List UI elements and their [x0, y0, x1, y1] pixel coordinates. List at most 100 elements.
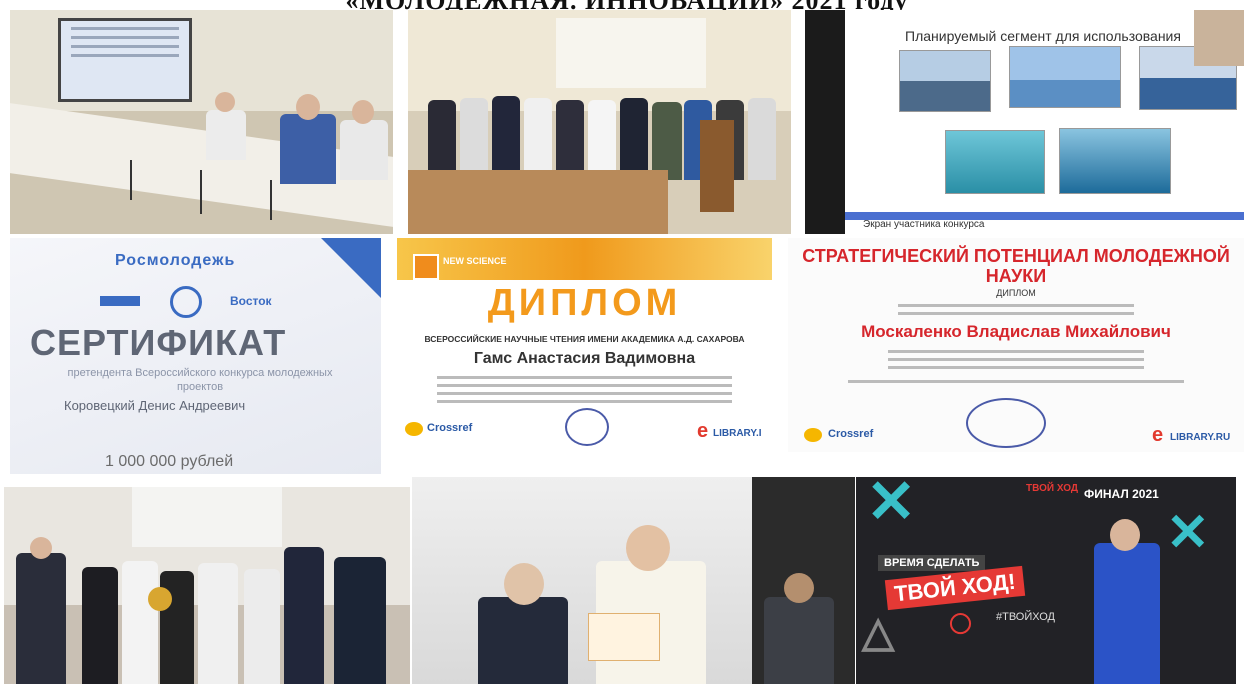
photo-diploma-ceremony [412, 477, 855, 684]
person [652, 102, 682, 180]
slide-screen: ● REC Планируемый сегмент для использова… [805, 10, 1244, 234]
doi-logo-icon [804, 428, 822, 442]
text-line [888, 366, 1144, 369]
person-head [504, 563, 544, 605]
person [16, 553, 66, 684]
person [206, 110, 246, 160]
final-label: ФИНАЛ 2021 [1084, 487, 1159, 501]
person [244, 569, 280, 684]
person-uniform [334, 557, 386, 684]
emblem-icon [170, 286, 202, 318]
microphone [270, 180, 272, 220]
diploma-new-science: NEW SCIENCE ДИПЛОМ ВСЕРОССИЙСКИЕ НАУЧНЫЕ… [397, 238, 772, 452]
text-line [888, 358, 1144, 361]
text-line [888, 350, 1144, 353]
stamp-icon [565, 408, 609, 446]
elibrary-e-icon: e [1152, 424, 1164, 446]
underwater-drone-photo [945, 130, 1045, 194]
stamp-icon [966, 398, 1046, 448]
text-line [898, 304, 1134, 307]
photo-award-group [4, 487, 410, 684]
person [82, 567, 118, 684]
org-logo-text: Росмолодежь [115, 252, 236, 269]
partner-logo-text: Восток [230, 294, 272, 308]
person [280, 114, 336, 184]
person [1094, 543, 1160, 684]
crossref-logo: Crossref [427, 422, 473, 434]
wall-screen [556, 18, 706, 88]
text-line [437, 392, 732, 395]
person [340, 120, 388, 180]
person-head [215, 92, 235, 112]
podium [700, 120, 734, 212]
person [620, 98, 648, 180]
diploma-title: ДИПЛОМ [487, 282, 682, 324]
doi-logo-icon [405, 422, 423, 436]
board-hashtag: #ТВОЙХОД [996, 611, 1056, 623]
microphone [200, 170, 202, 214]
new-science-logo-icon [413, 254, 439, 280]
elibrary-logo: LIBRARY.I [713, 428, 762, 439]
corner-decoration [321, 238, 381, 298]
text-line [437, 384, 732, 387]
certificate-recipient: Коровецкий Денис Андреевич [64, 398, 246, 413]
cross-shape-icon: ✕ [1166, 504, 1210, 562]
photo-conference-room [10, 10, 393, 234]
diploma-strategic: СТРАТЕГИЧЕСКИЙ ПОТЕНЦИАЛ МОЛОДЕЖНОЙ НАУК… [788, 238, 1244, 452]
webcam-overlay [1194, 10, 1244, 66]
person [748, 98, 776, 180]
person [428, 100, 456, 180]
vessel-photo [899, 50, 991, 112]
rec-indicator: ● REC [853, 28, 883, 39]
person [556, 100, 584, 180]
certificate-photo: Росмолодежь Восток СЕРТИФИКАТ претендент… [10, 238, 381, 474]
microphone [130, 160, 132, 200]
brand-logo: ТВОЙ ХОД [1026, 483, 1079, 494]
screen-caption: Экран участника конкурса [863, 219, 985, 230]
certificate-title: СЕРТИФИКАТ [30, 322, 287, 363]
person [284, 547, 324, 684]
board-heading: ВРЕМЯ СДЕЛАТЬ [878, 555, 986, 571]
projector-screen [58, 18, 192, 102]
person [478, 597, 568, 684]
person-head [784, 573, 814, 603]
person-head [352, 100, 374, 124]
person [764, 597, 834, 684]
text-line [898, 312, 1134, 315]
person [460, 98, 488, 180]
certificate-prize: 1 000 000 рублей [105, 453, 234, 470]
brand-label: NEW SCIENCE [443, 256, 507, 266]
elibrary-e-icon: e [697, 420, 709, 442]
text-line [437, 400, 732, 403]
cross-shape-icon: ✕ [866, 477, 917, 535]
trophy-icon [148, 587, 172, 611]
catamaran-photo [1059, 128, 1171, 194]
person-head [296, 94, 320, 120]
photo-final-board: ✕ ○ △ ТВОЙ ХОД ФИНАЛ 2021 ВРЕМЯ СДЕЛАТЬ … [856, 477, 1236, 684]
person [122, 561, 158, 684]
person-head [626, 525, 670, 571]
person-head [30, 537, 52, 559]
certificate-subtitle: претендента Всероссийского конкурса моло… [67, 367, 333, 393]
diploma-recipient: Москаленко Владислав Михайлович [861, 322, 1171, 341]
person-head [1110, 519, 1140, 551]
person [524, 98, 552, 180]
crossref-logo: Crossref [828, 428, 874, 440]
diploma-recipient: Гамс Анастасия Вадимовна [473, 350, 696, 367]
elibrary-logo: LIBRARY.RU [1170, 432, 1231, 443]
wall-screen [132, 487, 282, 547]
triangle-shape-icon: △ [862, 608, 895, 655]
diploma-title: СТРАТЕГИЧЕСКИЙ ПОТЕНЦИАЛ МОЛОДЕЖНОЙ НАУК… [802, 246, 1230, 286]
text-line [848, 380, 1184, 383]
person [588, 100, 616, 180]
diploma-event: ВСЕРОССИЙСКИЕ НАУЧНЫЕ ЧТЕНИЯ ИМЕНИ АКАДЕ… [424, 334, 745, 344]
person [492, 96, 520, 180]
photo-group-standing [408, 10, 791, 234]
vessel-photo [1009, 46, 1121, 108]
slide-title: Планируемый сегмент для использования [905, 28, 1181, 44]
table [408, 170, 668, 234]
diploma-paper [588, 613, 660, 661]
text-line [437, 376, 732, 379]
person [198, 563, 238, 684]
diploma-word: ДИПЛОМ [996, 288, 1036, 298]
